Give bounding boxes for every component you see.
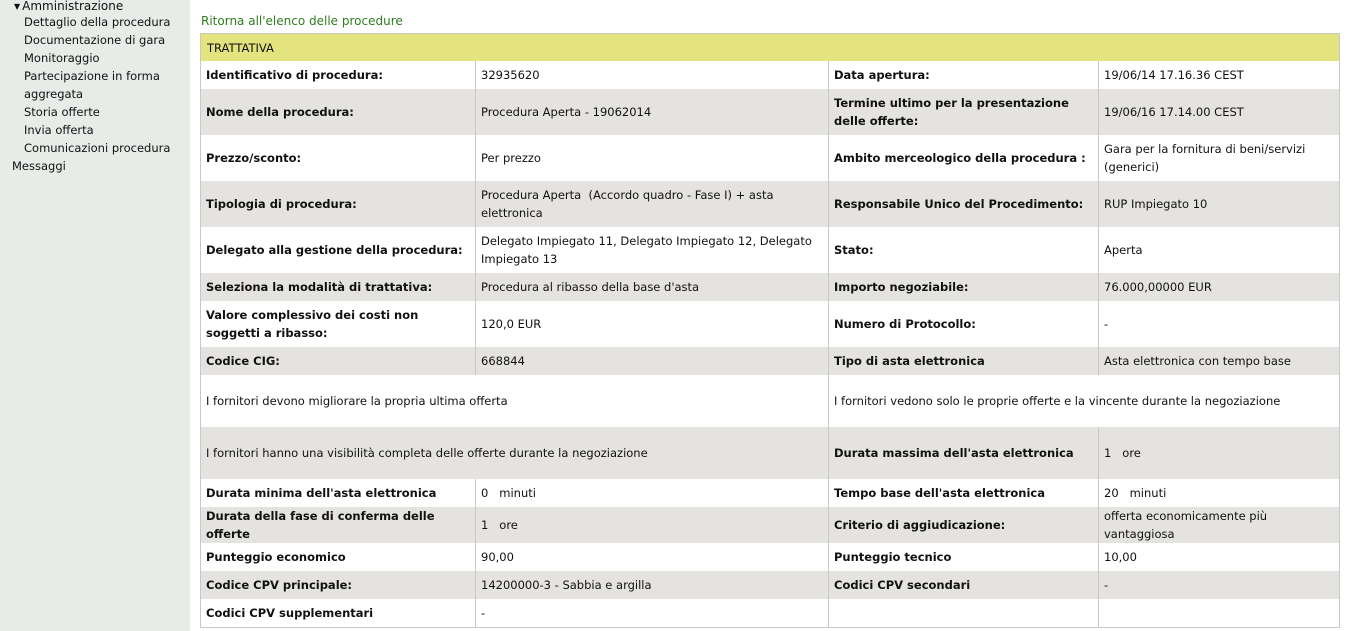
- value-cpv-principale: 14200000-3 - Sabbia e argilla: [475, 571, 829, 599]
- table-row: Durata della fase di conferma delle offe…: [200, 507, 1340, 543]
- value-rup: RUP Impiegato 10: [1098, 181, 1340, 227]
- value-punteggio-tecnico: 10,00: [1098, 543, 1340, 571]
- rule-visibilita-vincente: I fornitori vedono solo le proprie offer…: [828, 375, 1340, 427]
- caret-down-icon: ▼: [14, 2, 21, 11]
- label-importo-negoziabile: Importo negoziabile:: [828, 273, 1099, 301]
- value-modalita-trattativa: Procedura al ribasso della base d'asta: [475, 273, 829, 301]
- label-cpv-secondari: Codici CPV secondari: [828, 571, 1099, 599]
- value-importo-negoziabile: 76.000,00000 EUR: [1098, 273, 1340, 301]
- label-punteggio-economico: Punteggio economico: [200, 543, 476, 571]
- value-criterio-aggiudicazione: offerta economicamente più vantaggiosa: [1098, 507, 1340, 543]
- value-identificativo: 32935620: [475, 61, 829, 89]
- value-nome-procedura: Procedura Aperta - 19062014: [475, 89, 829, 135]
- rule-visibilita-completa: I fornitori hanno una visibilità complet…: [200, 427, 829, 479]
- label-ambito-merceologico: Ambito merceologico della procedura :: [828, 135, 1099, 181]
- label-criterio-aggiudicazione: Criterio di aggiudicazione:: [828, 507, 1099, 543]
- empty-value-cell: [1098, 599, 1340, 627]
- sidebar-item-storia-offerte[interactable]: Storia offerte: [24, 103, 100, 121]
- value-durata-minima: 0 minuti: [475, 479, 829, 507]
- table-row: Seleziona la modalità di trattativa: Pro…: [200, 273, 1340, 301]
- value-codice-cig: 668844: [475, 347, 829, 375]
- label-durata-minima: Durata minima dell'asta elettronica: [200, 479, 476, 507]
- label-valore-costi: Valore complessivo dei costi non soggett…: [200, 301, 476, 347]
- label-tempo-base: Tempo base dell'asta elettronica: [828, 479, 1099, 507]
- value-numero-protocollo: -: [1098, 301, 1340, 347]
- sidebar-item-comunicazioni[interactable]: Comunicazioni procedura: [24, 139, 170, 157]
- sidebar-item-invia-offerta[interactable]: Invia offerta: [24, 121, 94, 139]
- table-row: Identificativo di procedura: 32935620 Da…: [200, 61, 1340, 89]
- label-cpv-principale: Codice CPV principale:: [200, 571, 476, 599]
- sidebar-item-partecipazione[interactable]: Partecipazione in forma: [24, 67, 160, 85]
- table-row: Delegato alla gestione della procedura: …: [200, 227, 1340, 273]
- table-row: Codice CIG: 668844 Tipo di asta elettron…: [200, 347, 1340, 375]
- table-row: I fornitori hanno una visibilità complet…: [200, 427, 1340, 479]
- table-row: Valore complessivo dei costi non soggett…: [200, 301, 1340, 347]
- table-row: Codice CPV principale: 14200000-3 - Sabb…: [200, 571, 1340, 599]
- label-identificativo: Identificativo di procedura:: [200, 61, 476, 89]
- value-prezzo-sconto: Per prezzo: [475, 135, 829, 181]
- value-tempo-base: 20 minuti: [1098, 479, 1340, 507]
- label-durata-massima: Durata massima dell'asta elettronica: [828, 427, 1099, 479]
- value-durata-conferma: 1 ore: [475, 507, 829, 543]
- table-header-row: TRATTATIVA: [200, 33, 1340, 61]
- value-punteggio-economico: 90,00: [475, 543, 829, 571]
- sidebar-item-partecipazione-cont[interactable]: aggregata: [24, 85, 83, 103]
- label-tipo-asta: Tipo di asta elettronica: [828, 347, 1099, 375]
- sidebar-item-monitoraggio[interactable]: Monitoraggio: [24, 49, 100, 67]
- label-punteggio-tecnico: Punteggio tecnico: [828, 543, 1099, 571]
- value-tipologia: Procedura Aperta (Accordo quadro - Fase …: [475, 181, 829, 227]
- value-tipo-asta: Asta elettronica con tempo base: [1098, 347, 1340, 375]
- table-row: Tipologia di procedura: Procedura Aperta…: [200, 181, 1340, 227]
- table-row: Nome della procedura: Procedura Aperta -…: [200, 89, 1340, 135]
- label-data-apertura: Data apertura:: [828, 61, 1099, 89]
- label-codice-cig: Codice CIG:: [200, 347, 476, 375]
- label-nome-procedura: Nome della procedura:: [200, 89, 476, 135]
- value-valore-costi: 120,0 EUR: [475, 301, 829, 347]
- label-rup: Responsabile Unico del Procedimento:: [828, 181, 1099, 227]
- sidebar-item-messaggi[interactable]: Messaggi: [12, 157, 66, 175]
- label-termine-ultimo: Termine ultimo per la presentazione dell…: [828, 89, 1099, 135]
- empty-label-cell: [828, 599, 1099, 627]
- label-modalita-trattativa: Seleziona la modalità di trattativa:: [200, 273, 476, 301]
- label-prezzo-sconto: Prezzo/sconto:: [200, 135, 476, 181]
- label-numero-protocollo: Numero di Protocollo:: [828, 301, 1099, 347]
- value-stato: Aperta: [1098, 227, 1340, 273]
- label-stato: Stato:: [828, 227, 1099, 273]
- sidebar-item-dettaglio[interactable]: Dettaglio della procedura: [24, 13, 170, 31]
- sidebar-item-documentazione[interactable]: Documentazione di gara: [24, 31, 165, 49]
- sidebar: ▼ Amministrazione Dettaglio della procedu…: [0, 0, 190, 631]
- rule-migliorare-offerta: I fornitori devono migliorare la propria…: [200, 375, 829, 427]
- table-row: I fornitori devono migliorare la propria…: [200, 375, 1340, 427]
- table-row: Prezzo/sconto: Per prezzo Ambito merceol…: [200, 135, 1340, 181]
- label-cpv-supplementari: Codici CPV supplementari: [200, 599, 476, 627]
- table-title: TRATTATIVA: [200, 33, 1340, 61]
- table-row: Durata minima dell'asta elettronica 0 mi…: [200, 479, 1340, 507]
- sidebar-section-label: Amministrazione: [22, 0, 124, 13]
- label-tipologia: Tipologia di procedura:: [200, 181, 476, 227]
- value-delegato: Delegato Impiegato 11, Delegato Impiegat…: [475, 227, 829, 273]
- label-delegato: Delegato alla gestione della procedura:: [200, 227, 476, 273]
- procedure-detail-table: TRATTATIVA Identificativo di procedura: …: [200, 33, 1340, 628]
- value-cpv-secondari: -: [1098, 571, 1340, 599]
- value-ambito-merceologico: Gara per la fornitura di beni/servizi (g…: [1098, 135, 1340, 181]
- back-to-procedures-link[interactable]: Ritorna all'elenco delle procedure: [201, 14, 403, 28]
- value-data-apertura: 19/06/14 17.16.36 CEST: [1098, 61, 1340, 89]
- value-termine-ultimo: 19/06/16 17.14.00 CEST: [1098, 89, 1340, 135]
- label-durata-conferma: Durata della fase di conferma delle offe…: [200, 507, 476, 543]
- value-durata-massima: 1 ore: [1098, 427, 1340, 479]
- table-row: Punteggio economico 90,00 Punteggio tecn…: [200, 543, 1340, 571]
- value-cpv-supplementari: -: [475, 599, 829, 627]
- table-row: Codici CPV supplementari -: [200, 599, 1340, 627]
